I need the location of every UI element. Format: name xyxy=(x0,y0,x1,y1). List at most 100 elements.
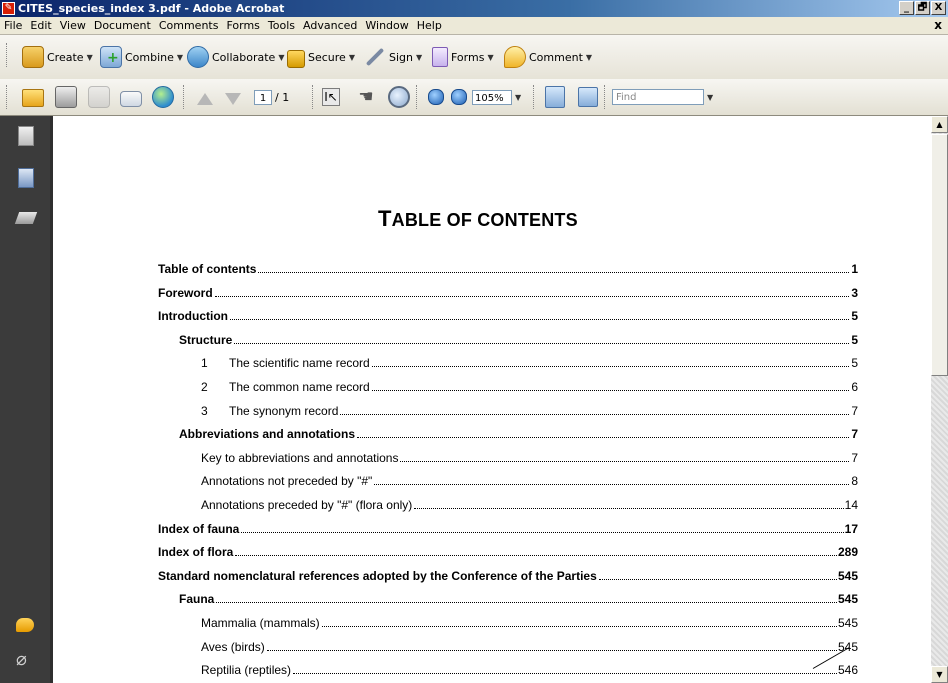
toc-entry[interactable]: Fauna 545 xyxy=(179,590,858,606)
menu-tools[interactable]: Tools xyxy=(264,19,299,32)
menu-advanced[interactable]: Advanced xyxy=(299,19,361,32)
printer-icon xyxy=(55,86,77,108)
toc-entry[interactable]: 1 The scientific name record 5 xyxy=(201,354,858,370)
pages-icon[interactable] xyxy=(18,126,34,146)
comments-icon[interactable] xyxy=(16,618,34,632)
toc-entry[interactable]: Standard nomenclatural references adopte… xyxy=(158,567,858,583)
sign-button[interactable]: Sign ▼ xyxy=(364,45,422,69)
save-button[interactable] xyxy=(88,85,110,109)
toc-entry[interactable]: Structure 5 xyxy=(179,331,858,347)
folder-icon xyxy=(22,89,44,107)
toc-entry-page: 7 xyxy=(851,404,858,418)
toc-entry-page: 5 xyxy=(851,356,858,370)
combine-button[interactable]: Combine ▼ xyxy=(100,45,183,69)
scroll-thumb[interactable] xyxy=(931,134,948,376)
web-button[interactable] xyxy=(152,85,174,109)
next-page-button[interactable] xyxy=(225,87,241,111)
toc-entry-text: Abbreviations and annotations xyxy=(179,427,356,441)
create-pdf-icon xyxy=(22,46,44,68)
bookmarks-icon[interactable] xyxy=(18,168,34,188)
toolbar-grip[interactable] xyxy=(6,43,10,67)
toolbar-grip[interactable] xyxy=(183,85,187,109)
menu-window[interactable]: Window xyxy=(361,19,412,32)
previous-page-button[interactable] xyxy=(197,87,213,111)
find-input[interactable]: Find xyxy=(612,89,704,105)
minimize-button[interactable]: _ xyxy=(899,1,914,15)
document-view[interactable]: TABLE OF CONTENTS Table of contents 1 Fore… xyxy=(50,116,931,683)
open-button[interactable] xyxy=(22,85,44,109)
menu-forms[interactable]: Forms xyxy=(222,19,263,32)
toc-entry[interactable]: Key to abbreviations and annotations 7 xyxy=(201,449,858,465)
toolbar-grip[interactable] xyxy=(6,85,10,109)
toc-entry-title: Fauna xyxy=(179,592,214,606)
toc-entry[interactable]: Aves (birds)545 xyxy=(201,638,858,654)
menu-view[interactable]: View xyxy=(56,19,90,32)
toolbar-grip[interactable] xyxy=(533,85,537,109)
fit-page-button[interactable] xyxy=(545,85,565,109)
toolbar-grip[interactable] xyxy=(416,85,420,109)
scroll-down-button[interactable]: ▼ xyxy=(931,666,948,683)
dot-leader xyxy=(371,366,849,367)
chevron-down-icon[interactable]: ▼ xyxy=(707,93,713,102)
zoom-in-icon xyxy=(451,89,467,105)
toc-entry-page: 1 xyxy=(851,262,858,276)
close-button[interactable]: X xyxy=(931,1,946,15)
scroll-up-button[interactable]: ▲ xyxy=(931,116,948,133)
dot-leader xyxy=(234,343,849,344)
toc-entry[interactable]: Reptilia (reptiles) 546 xyxy=(201,661,858,677)
menu-bar: File Edit View Document Comments Forms T… xyxy=(0,17,948,35)
hand-tool-button[interactable]: ☚ xyxy=(355,85,377,109)
toc-entry[interactable]: Introduction 5 xyxy=(158,307,858,323)
document-close-button[interactable]: x xyxy=(934,18,942,32)
menu-edit[interactable]: Edit xyxy=(26,19,55,32)
toc-entry-page: 546 xyxy=(837,663,858,677)
select-tool-button[interactable]: I↖ xyxy=(322,85,340,109)
create-button[interactable]: Create ▼ xyxy=(22,45,93,69)
comment-button[interactable]: Comment ▼ xyxy=(504,45,592,69)
page-number-input[interactable]: 1 xyxy=(254,89,272,105)
zoom-out-button[interactable] xyxy=(428,85,444,109)
dot-leader xyxy=(400,461,849,462)
toc-entry[interactable]: Abbreviations and annotations 7 xyxy=(179,425,858,441)
page-total: / 1 xyxy=(275,90,290,104)
toc-entry[interactable]: Foreword 3 xyxy=(158,284,858,300)
email-button[interactable] xyxy=(120,85,142,109)
vertical-scrollbar[interactable]: ▲ ▼ xyxy=(931,116,948,683)
menu-file[interactable]: File xyxy=(0,19,26,32)
menu-document[interactable]: Document xyxy=(90,19,155,32)
toc-entry-text: Key to abbreviations and annotations xyxy=(201,451,399,465)
zoom-in-button[interactable] xyxy=(451,85,467,109)
toc-entry[interactable]: Annotations not preceded by "#" 8 xyxy=(201,472,858,488)
chevron-down-icon[interactable]: ▼ xyxy=(515,93,521,102)
toc-entry[interactable]: Table of contents 1 xyxy=(158,260,858,276)
toc-entry[interactable]: 3 The synonym record 7 xyxy=(201,402,858,418)
zoom-tool-button[interactable] xyxy=(388,85,410,109)
fit-width-button[interactable] xyxy=(578,85,598,109)
signatures-icon[interactable] xyxy=(14,212,38,224)
print-button[interactable] xyxy=(55,85,77,109)
toc-entry[interactable]: Index of flora 289 xyxy=(158,543,858,559)
toc-entry[interactable]: 2 The common name record 6 xyxy=(201,378,858,394)
dot-leader xyxy=(241,532,844,533)
menu-comments[interactable]: Comments xyxy=(155,19,223,32)
menu-help[interactable]: Help xyxy=(413,19,446,32)
toc-entry[interactable]: Index of fauna 17 xyxy=(158,520,858,536)
toc-entry-page: 545 xyxy=(837,592,858,606)
toc-entry[interactable]: Mammalia (mammals) 545 xyxy=(201,614,858,630)
restore-button[interactable]: 🗗 xyxy=(915,1,930,15)
toc-entry[interactable]: Annotations preceded by "#" (flora only)… xyxy=(201,496,858,512)
toolbar-grip[interactable] xyxy=(312,85,316,109)
toc-entry-text: Index of flora xyxy=(158,545,234,559)
magnifier-icon xyxy=(388,86,410,108)
toolbar-grip[interactable] xyxy=(604,85,608,109)
combine-label: Combine xyxy=(125,50,174,64)
toc-entry-text: Foreword xyxy=(158,286,213,300)
secure-button[interactable]: Secure ▼ xyxy=(287,45,355,69)
zoom-select[interactable]: 105% ▼ xyxy=(472,85,521,109)
zoom-value[interactable]: 105% xyxy=(472,89,512,105)
forms-button[interactable]: Forms ▼ xyxy=(432,45,494,69)
toc-entry-text: Annotations preceded by "#" (flora only) xyxy=(201,498,413,512)
collaborate-button[interactable]: Collaborate ▼ xyxy=(187,45,284,69)
toc-entry-page: 3 xyxy=(851,286,858,300)
paperclip-icon[interactable]: ⌀ xyxy=(16,650,36,670)
